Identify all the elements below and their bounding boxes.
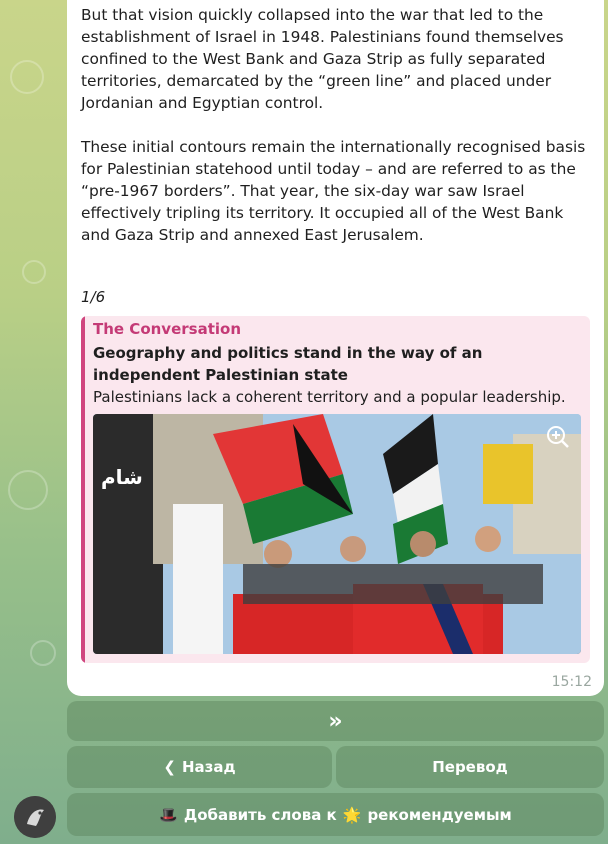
preview-accent-bar: [81, 316, 85, 663]
translate-button[interactable]: Перевод: [336, 746, 604, 788]
preview-site-name: The Conversation: [93, 320, 241, 338]
recommend-prefix: Добавить слова к: [183, 805, 337, 824]
message-paragraph-2: These initial contours remain the intern…: [81, 138, 586, 244]
message-bubble: But that vision quickly collapsed into t…: [67, 0, 604, 696]
preview-title: Geography and politics stand in the way …: [93, 344, 483, 384]
link-preview[interactable]: The Conversation Geography and politics …: [81, 316, 590, 663]
preview-image[interactable]: شام: [93, 414, 581, 654]
message-timestamp: 15:12: [551, 674, 592, 690]
message-text: But that vision quickly collapsed into t…: [81, 4, 593, 268]
back-label: Назад: [181, 758, 236, 776]
preview-description: Palestinians lack a coherent territory a…: [93, 388, 566, 406]
bot-avatar-icon: [14, 796, 56, 838]
svg-text:شام: شام: [101, 465, 143, 489]
preview-photo-graphic: شام: [93, 414, 581, 654]
page-counter: 1/6: [81, 288, 106, 306]
recommend-suffix: рекомендуемым: [367, 805, 512, 824]
top-hat-icon: 🎩: [159, 805, 178, 824]
bot-avatar[interactable]: [14, 796, 56, 838]
zoom-icon[interactable]: [545, 424, 571, 450]
back-button[interactable]: ❮ Назад: [67, 746, 332, 788]
message-paragraph-1: But that vision quickly collapsed into t…: [81, 6, 564, 112]
add-to-recommended-button[interactable]: 🎩 Добавить слова к 🌟 рекомендуемым: [67, 793, 604, 836]
next-button[interactable]: »: [67, 701, 604, 741]
translate-label: Перевод: [432, 758, 508, 776]
star-icon: 🌟: [342, 805, 362, 824]
next-label: »: [328, 708, 343, 734]
chevron-left-icon: ❮: [163, 758, 176, 776]
